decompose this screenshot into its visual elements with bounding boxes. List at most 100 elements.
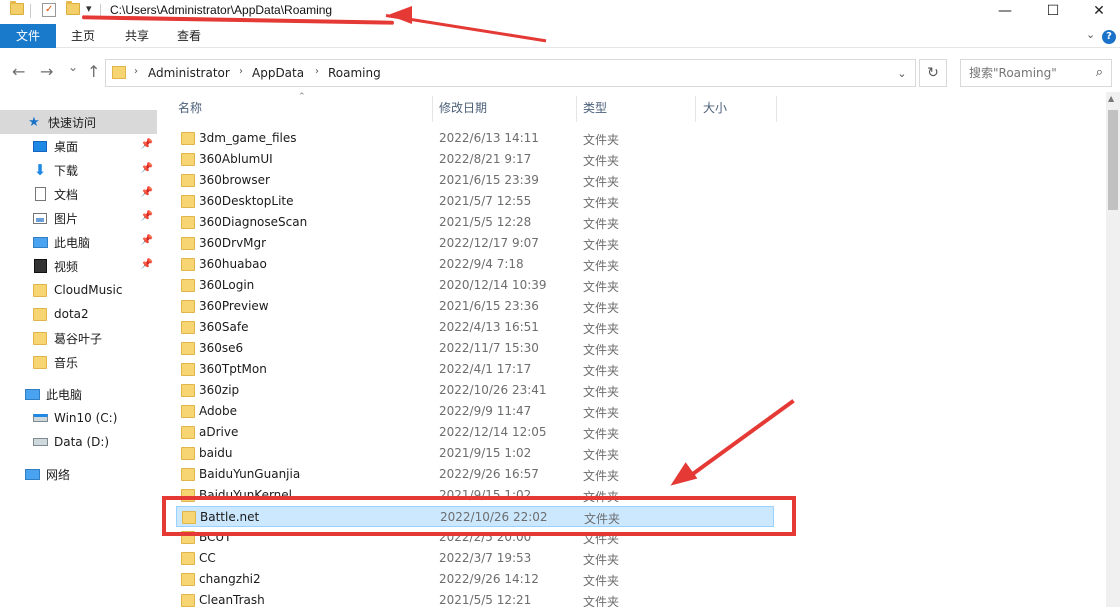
- maximize-button[interactable]: ☐: [1030, 0, 1076, 22]
- tab-file[interactable]: 文件: [0, 24, 56, 48]
- file-row[interactable]: 360Safe 2022/4/13 16:51 文件夹: [176, 317, 774, 338]
- recent-locations-button[interactable]: ⌄: [68, 60, 78, 74]
- folder-icon: [181, 468, 195, 481]
- sidebar-item-this-pc[interactable]: 此电脑: [0, 382, 157, 406]
- search-input[interactable]: [961, 60, 1081, 86]
- quick-access[interactable]: ★ 快速访问: [0, 110, 157, 134]
- scroll-up-icon[interactable]: ▲: [1108, 94, 1114, 103]
- sidebar-item-cloudmusic[interactable]: CloudMusic: [0, 278, 157, 302]
- back-button[interactable]: ←: [12, 62, 25, 81]
- file-date: 2022/9/26 16:57: [439, 467, 539, 481]
- file-name: CleanTrash: [199, 593, 265, 607]
- file-row[interactable]: 360DrvMgr 2022/12/17 9:07 文件夹: [176, 233, 774, 254]
- file-row[interactable]: 360huabao 2022/9/4 7:18 文件夹: [176, 254, 774, 275]
- new-folder-icon[interactable]: [66, 1, 80, 15]
- picture-icon: [32, 210, 48, 226]
- file-name: 360Login: [199, 278, 255, 292]
- file-row[interactable]: 3dm_game_files 2022/6/13 14:11 文件夹: [176, 128, 774, 149]
- search-box[interactable]: ⌕: [960, 59, 1112, 87]
- address-row: ← → ⌄ ↑ › Administrator › AppData › Roam…: [0, 52, 1120, 92]
- file-type: 文件夹: [583, 427, 620, 441]
- folder-icon: [181, 405, 195, 418]
- column-divider[interactable]: [576, 96, 577, 122]
- file-row[interactable]: 360Preview 2021/6/15 23:36 文件夹: [176, 296, 774, 317]
- chevron-right-icon[interactable]: ›: [134, 66, 138, 77]
- refresh-button[interactable]: ↻: [919, 59, 947, 87]
- file-row[interactable]: CC 2022/3/7 19:53 文件夹: [176, 548, 774, 569]
- address-bar[interactable]: › Administrator › AppData › Roaming ⌄: [105, 59, 916, 87]
- chevron-right-icon[interactable]: ›: [315, 66, 319, 77]
- breadcrumb-appdata[interactable]: AppData: [252, 66, 304, 80]
- file-row[interactable]: 360Login 2020/12/14 10:39 文件夹: [176, 275, 774, 296]
- chevron-down-icon[interactable]: ⌄: [1086, 28, 1095, 41]
- file-row[interactable]: 360DesktopLite 2021/5/7 12:55 文件夹: [176, 191, 774, 212]
- column-header-modified[interactable]: 修改日期: [439, 97, 487, 123]
- file-date: 2022/11/7 15:30: [439, 341, 539, 355]
- column-divider[interactable]: [776, 96, 777, 122]
- sidebar-item-folder[interactable]: 葛谷叶子: [0, 326, 157, 350]
- sidebar-item-label: Data (D:): [54, 435, 110, 449]
- sidebar-item-videos[interactable]: 视频 📌: [0, 254, 157, 278]
- computer-icon: [24, 386, 40, 402]
- file-name: 360AblumUI: [199, 152, 273, 166]
- file-row[interactable]: 360browser 2021/6/15 23:39 文件夹: [176, 170, 774, 191]
- file-row[interactable]: 360se6 2022/11/7 15:30 文件夹: [176, 338, 774, 359]
- sidebar-item-dota2[interactable]: dota2: [0, 302, 157, 326]
- vertical-scrollbar[interactable]: ▲: [1106, 92, 1120, 607]
- folder-icon: [10, 1, 24, 15]
- file-row[interactable]: 360TptMon 2022/4/1 17:17 文件夹: [176, 359, 774, 380]
- sort-ascending-icon: ⌃: [298, 92, 306, 102]
- folder-icon: [181, 216, 195, 229]
- breadcrumb-administrator[interactable]: Administrator: [148, 66, 230, 80]
- breadcrumb-roaming[interactable]: Roaming: [328, 66, 381, 80]
- pin-icon: 📌: [140, 211, 153, 222]
- file-row[interactable]: CleanTrash 2021/5/5 12:21 文件夹: [176, 590, 774, 607]
- folder-icon: [181, 363, 195, 376]
- properties-icon[interactable]: ✓: [42, 3, 56, 17]
- forward-button[interactable]: →: [40, 62, 53, 81]
- network-icon: [24, 466, 40, 482]
- sidebar-item-downloads[interactable]: ⬇ 下载 📌: [0, 158, 157, 182]
- chevron-right-icon[interactable]: ›: [239, 66, 243, 77]
- file-row[interactable]: 360DiagnoseScan 2021/5/5 12:28 文件夹: [176, 212, 774, 233]
- minimize-button[interactable]: —: [982, 0, 1028, 22]
- sidebar-item-label: 葛谷叶子: [54, 331, 103, 346]
- column-divider[interactable]: [432, 96, 433, 122]
- sidebar-item-label: dota2: [54, 307, 89, 321]
- column-divider[interactable]: [695, 96, 696, 122]
- tab-view[interactable]: 查看: [164, 24, 214, 48]
- address-dropdown-icon[interactable]: ⌄: [889, 60, 915, 86]
- file-row[interactable]: Adobe 2022/9/9 11:47 文件夹: [176, 401, 774, 422]
- tab-share[interactable]: 共享: [112, 24, 162, 48]
- file-row[interactable]: 360AblumUI 2022/8/21 9:17 文件夹: [176, 149, 774, 170]
- file-row[interactable]: 360zip 2022/10/26 23:41 文件夹: [176, 380, 774, 401]
- quick-access-label: 快速访问: [48, 115, 97, 130]
- sidebar-item-network[interactable]: 网络: [0, 462, 157, 486]
- close-button[interactable]: ✕: [1076, 0, 1120, 22]
- file-row[interactable]: baidu 2021/9/15 1:02 文件夹: [176, 443, 774, 464]
- tab-home[interactable]: 主页: [58, 24, 108, 48]
- help-icon[interactable]: ?: [1102, 30, 1116, 44]
- sidebar-item-label: 音乐: [54, 355, 79, 370]
- up-button[interactable]: ↑: [87, 62, 100, 81]
- sidebar-item-pictures[interactable]: 图片 📌: [0, 206, 157, 230]
- sidebar-item-drive-d[interactable]: Data (D:): [0, 430, 157, 454]
- file-name: 360TptMon: [199, 362, 267, 376]
- customize-quick-access-icon[interactable]: ▾: [86, 2, 92, 15]
- sidebar-item-drive-c[interactable]: Win10 (C:): [0, 406, 157, 430]
- file-name: changzhi2: [199, 572, 261, 586]
- file-row[interactable]: changzhi2 2022/9/26 14:12 文件夹: [176, 569, 774, 590]
- file-name: 360DiagnoseScan: [199, 215, 308, 229]
- column-header-name[interactable]: 名称: [178, 97, 202, 123]
- scrollbar-thumb[interactable]: [1108, 110, 1118, 210]
- file-type: 文件夹: [583, 364, 620, 378]
- file-row[interactable]: aDrive 2022/12/14 12:05 文件夹: [176, 422, 774, 443]
- sidebar-item-documents[interactable]: 文档 📌: [0, 182, 157, 206]
- column-header-type[interactable]: 类型: [583, 97, 607, 123]
- file-date: 2022/9/9 11:47: [439, 404, 532, 418]
- divider: [30, 4, 31, 18]
- sidebar-item-this-pc-pinned[interactable]: 此电脑 📌: [0, 230, 157, 254]
- column-header-size[interactable]: 大小: [703, 97, 727, 123]
- sidebar-item-desktop[interactable]: 桌面 📌: [0, 134, 157, 158]
- sidebar-item-music[interactable]: 音乐: [0, 350, 157, 374]
